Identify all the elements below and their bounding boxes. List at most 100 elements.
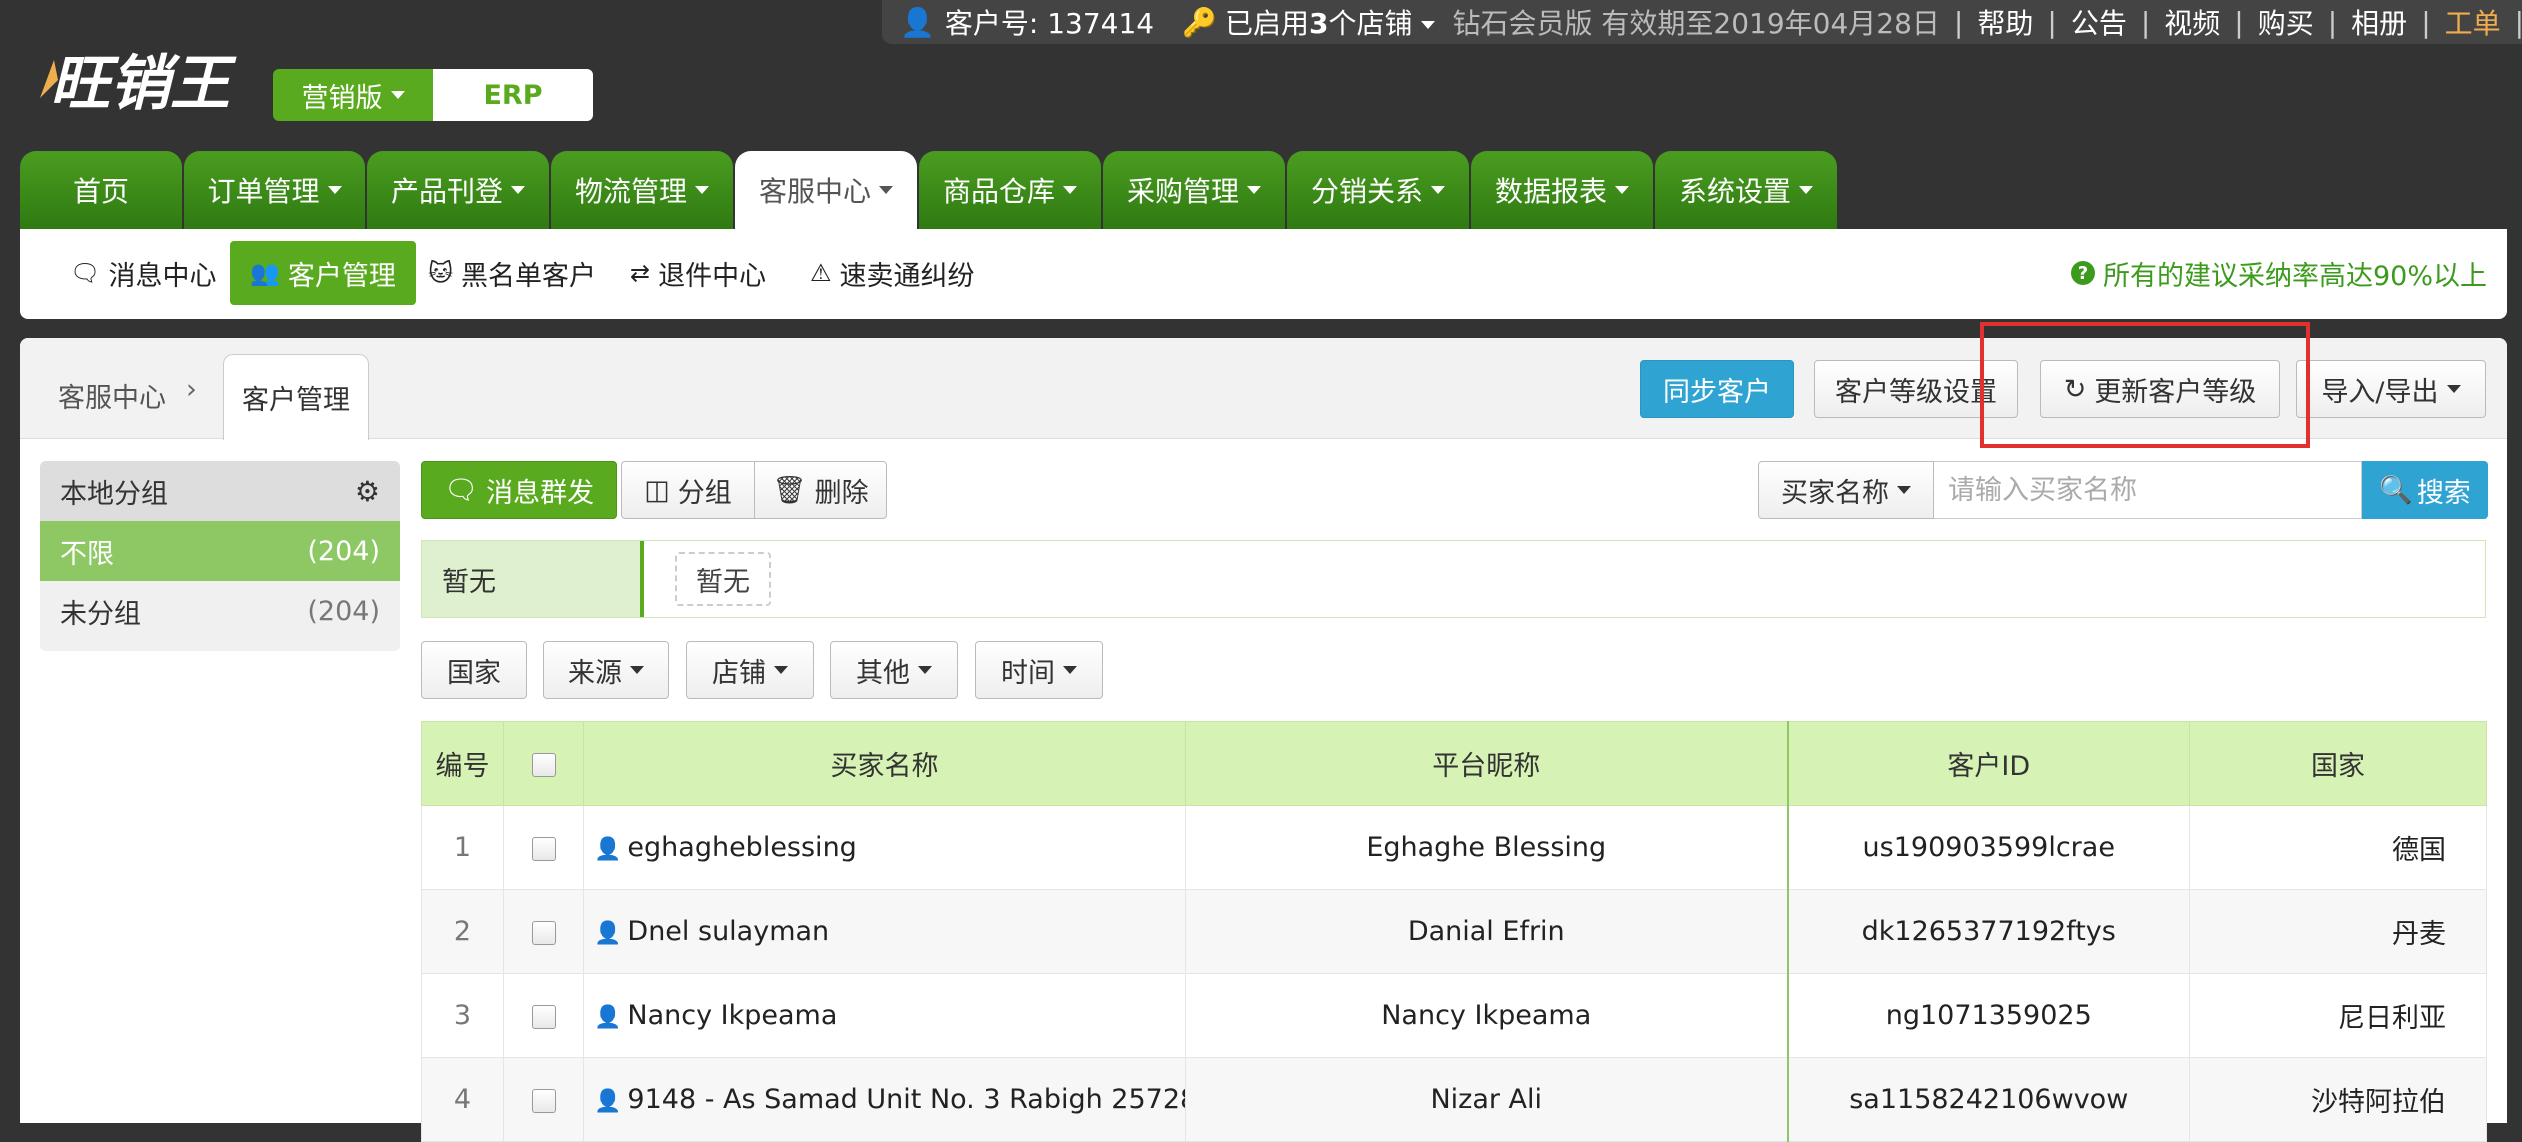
nav-tab-customer-service[interactable]: 客服中心 <box>735 151 917 229</box>
buyer-name-cell[interactable]: 👤 Nancy Ikpeama <box>583 973 1186 1058</box>
ticket-link[interactable]: 工单 <box>2445 2 2501 42</box>
marketing-edition-dropdown[interactable]: 营销版 <box>273 69 433 121</box>
search-type-dropdown[interactable]: 买家名称 <box>1758 461 1934 519</box>
buyer-name-cell[interactable]: 👤 9148 - As Samad Unit No. 3 Rabigh 25728… <box>583 1057 1186 1142</box>
highlight-annotation-box <box>1980 322 2310 448</box>
customer-number: 客户号: 137414 <box>944 7 1155 40</box>
table-row[interactable]: 2 👤 Dnel sulayman Danial Efrin dk12653771… <box>421 889 2487 974</box>
customer-id-cell: dk1265377192ftys <box>1786 889 2190 974</box>
sitemap-icon: ◫ <box>644 474 670 506</box>
sub-navigation: 🗨 消息中心 👥 客户管理 🐱 黑名单客户 ⇄ 退件中心 ⚠ 速卖通纠纷 ? 所有的建议采纳… <box>20 229 2507 319</box>
country-cell: 德国 <box>2189 805 2487 890</box>
user-icon: 👤 <box>900 5 935 39</box>
breadcrumb-current-tab[interactable]: 客户管理 <box>223 354 369 440</box>
retweet-icon: ⇄ <box>630 259 651 287</box>
sidebar-group-ungrouped[interactable]: 未分组 (204) <box>40 581 400 641</box>
user-icon: 👤 <box>594 921 622 946</box>
github-cat-icon: 🐱 <box>428 259 454 287</box>
breadcrumb-root[interactable]: 客服中心 <box>58 376 166 415</box>
filter-store-dropdown[interactable]: 店铺 <box>686 641 814 699</box>
nav-tab-purchasing[interactable]: 采购管理 <box>1103 151 1285 229</box>
content-panel: 客服中心 › 客户管理 同步客户 客户等级设置 ↻ 更新客户等级 导入/导出 本地… <box>20 338 2507 1142</box>
chevron-right-icon: › <box>186 374 197 405</box>
caret-down-icon <box>511 186 525 194</box>
row-checkbox[interactable] <box>503 805 584 890</box>
group-tag-chip[interactable]: 暂无 <box>675 552 771 606</box>
group-tags-bar: 暂无 暂无 <box>421 540 2486 618</box>
membership-info: 钻石会员版 有效期至2019年04月28日 <box>1452 7 1940 40</box>
filter-country-button[interactable]: 国家 <box>421 641 527 699</box>
caret-down-icon <box>695 186 709 194</box>
caret-down-icon <box>1431 186 1445 194</box>
search-icon: 🔍 <box>2379 475 2413 506</box>
filter-time-dropdown[interactable]: 时间 <box>975 641 1103 699</box>
local-group-sidebar: 本地分组 ⚙ 不限 (204) 未分组 (204) <box>40 461 400 651</box>
row-number: 3 <box>421 973 504 1058</box>
column-header-country[interactable]: 国家 <box>2189 721 2487 806</box>
table-row[interactable]: 4 👤 9148 - As Samad Unit No. 3 Rabigh 257… <box>421 1057 2487 1142</box>
subnav-blacklist[interactable]: 🐱 黑名单客户 <box>428 241 596 305</box>
country-cell: 丹麦 <box>2189 889 2487 974</box>
group-tags-label: 暂无 <box>422 541 644 617</box>
caret-down-icon <box>1063 186 1077 194</box>
video-link[interactable]: 视频 <box>2164 2 2220 42</box>
caret-down-icon <box>1799 186 1813 194</box>
caret-down-icon <box>390 91 405 99</box>
nav-tab-listing[interactable]: 产品刊登 <box>367 151 549 229</box>
nav-tab-warehouse[interactable]: 商品仓库 <box>919 151 1101 229</box>
row-checkbox[interactable] <box>503 973 584 1058</box>
table-row[interactable]: 1 👤 eghagheblessing Eghaghe Blessing us19… <box>421 805 2487 890</box>
broadcast-message-button[interactable]: 🗨 消息群发 <box>421 461 617 519</box>
users-icon: 👥 <box>250 259 280 287</box>
buyer-name-cell[interactable]: 👤 eghagheblessing <box>583 805 1186 890</box>
nav-tab-logistics[interactable]: 物流管理 <box>551 151 733 229</box>
country-cell: 尼日利亚 <box>2189 973 2487 1058</box>
import-export-dropdown[interactable]: 导入/导出 <box>2296 360 2486 418</box>
subnav-returns-center[interactable]: ⇄ 退件中心 <box>630 241 766 305</box>
announcement-link[interactable]: 公告 <box>2071 2 2127 42</box>
nav-tab-reports[interactable]: 数据报表 <box>1471 151 1653 229</box>
subnav-message-center[interactable]: 🗨 消息中心 <box>70 241 216 305</box>
buy-link[interactable]: 购买 <box>2258 2 2314 42</box>
nav-tab-distribution[interactable]: 分销关系 <box>1287 151 1469 229</box>
album-link[interactable]: 相册 <box>2351 2 2407 42</box>
gear-icon[interactable]: ⚙ <box>355 475 380 508</box>
row-checkbox[interactable] <box>503 1057 584 1142</box>
nav-tab-settings[interactable]: 系统设置 <box>1655 151 1837 229</box>
subnav-customer-management[interactable]: 👥 客户管理 <box>230 241 416 305</box>
user-icon: 👤 <box>594 837 622 862</box>
suggestion-tip-link[interactable]: ? 所有的建议采纳率高达90%以上 <box>2070 241 2487 305</box>
search-button[interactable]: 🔍 搜索 <box>2362 461 2488 519</box>
row-checkbox[interactable] <box>503 889 584 974</box>
app-logo[interactable]: 旺销王 <box>36 40 266 120</box>
row-number: 4 <box>421 1057 504 1142</box>
delete-button[interactable]: 🗑 删除 <box>754 461 887 519</box>
table-row[interactable]: 3 👤 Nancy Ikpeama Nancy Ikpeama ng1071359… <box>421 973 2487 1058</box>
table-header-row: 编号 买家名称 平台昵称 客户ID 国家 <box>421 721 2487 806</box>
filter-source-dropdown[interactable]: 来源 <box>543 641 669 699</box>
caret-down-icon <box>1897 486 1911 494</box>
nav-tab-orders[interactable]: 订单管理 <box>184 151 365 229</box>
filter-other-dropdown[interactable]: 其他 <box>830 641 958 699</box>
caret-down-icon <box>2446 385 2461 393</box>
erp-edition-button[interactable]: ERP <box>433 69 593 121</box>
user-icon: 👤 <box>594 1089 622 1114</box>
subnav-aliexpress-disputes[interactable]: ⚠ 速卖通纠纷 <box>810 241 975 305</box>
nav-tab-home[interactable]: 首页 <box>20 151 182 229</box>
column-header-buyer-name[interactable]: 买家名称 <box>583 721 1186 806</box>
help-link[interactable]: 帮助 <box>1977 2 2033 42</box>
caret-down-icon <box>1063 666 1077 674</box>
sync-customers-button[interactable]: 同步客户 <box>1640 360 1794 418</box>
stores-dropdown[interactable]: 已启用3个店铺 <box>1225 2 1435 42</box>
main-navigation: 首页 订单管理 产品刊登 物流管理 客服中心 商品仓库 采购管理 分销关系 数据… <box>20 151 1839 229</box>
column-header-nickname[interactable]: 平台昵称 <box>1185 721 1788 806</box>
select-all-checkbox[interactable] <box>503 721 584 806</box>
country-cell: 沙特阿拉伯 <box>2189 1057 2487 1142</box>
key-icon: 🔑 <box>1182 5 1217 39</box>
buyer-name-cell[interactable]: 👤 Dnel sulayman <box>583 889 1186 974</box>
buyer-name-search-input[interactable] <box>1934 461 2362 519</box>
trash-icon: 🗑 <box>772 475 807 506</box>
column-header-customer-id[interactable]: 客户ID <box>1786 721 2190 806</box>
sidebar-group-all[interactable]: 不限 (204) <box>40 521 400 581</box>
group-button[interactable]: ◫ 分组 <box>621 461 755 519</box>
